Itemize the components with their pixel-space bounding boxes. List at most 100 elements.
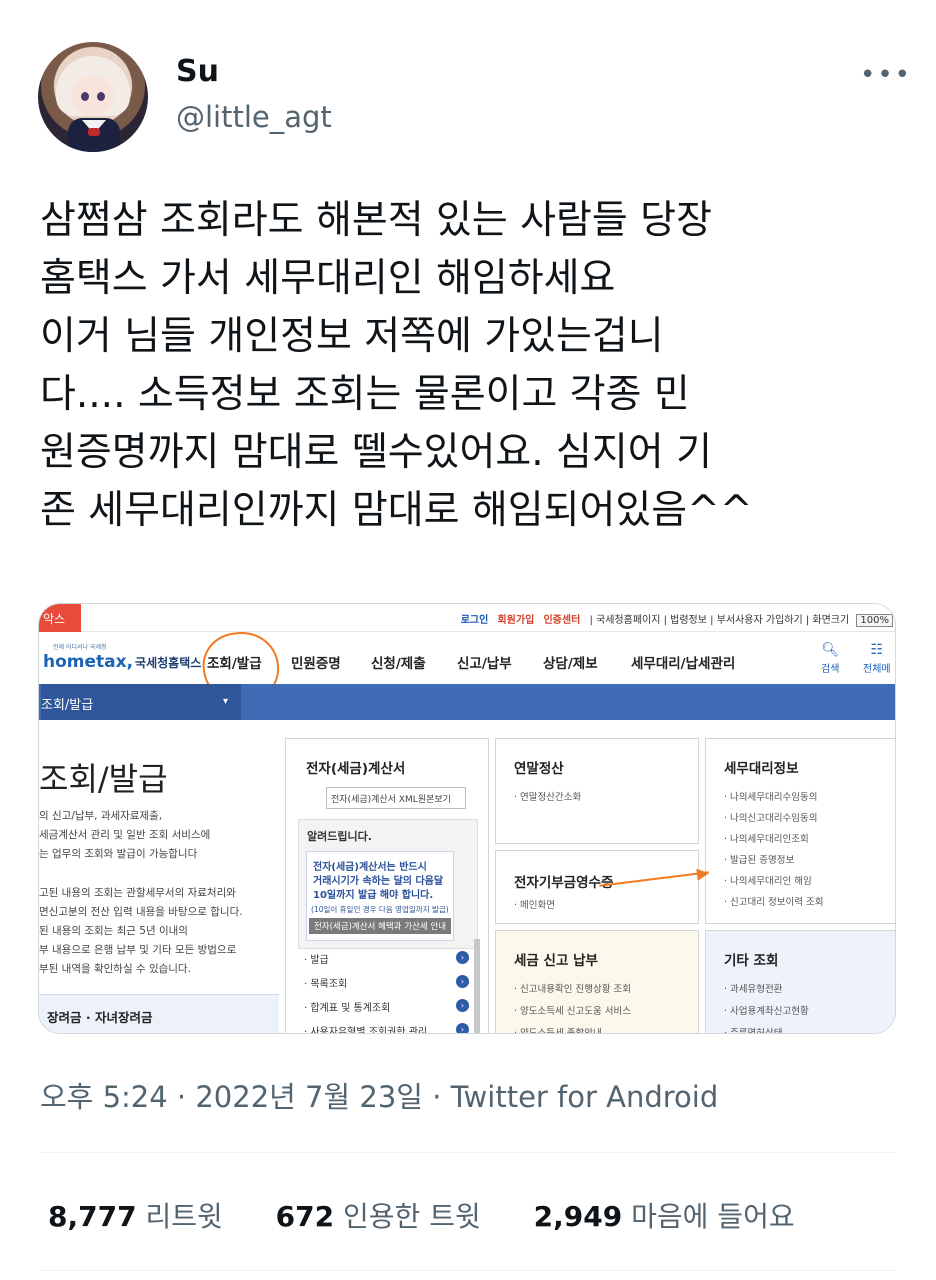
card-title: 기타 조회 xyxy=(724,953,779,969)
like-number: 2,949 xyxy=(533,1200,623,1233)
cert-center-link: 인증센터 xyxy=(543,615,581,626)
xml-view-field: 전자(세금)계산서 XML원본보기 xyxy=(326,787,466,809)
avatar-face xyxy=(72,76,114,116)
like-count[interactable]: 2,949 마음에 들어요 xyxy=(534,1195,795,1235)
zoom-box: 100% xyxy=(856,614,893,627)
logo-subtitle: 언제 어디서나 국세청 xyxy=(53,644,107,651)
quote-label: 인용한 트윗 xyxy=(343,1200,481,1233)
card-donation-receipt: 전자기부금영수증 · 메인화면 xyxy=(495,850,699,924)
card-year-end: 연말정산 · 연말정산간소화 xyxy=(495,738,699,844)
divider xyxy=(40,1270,896,1271)
notice-line: 10일까지 발급 해야 합니다. xyxy=(313,890,434,901)
intro-line: 고된 내용의 조회는 관할세무서의 자료처리와 xyxy=(39,887,236,899)
avatar-bow xyxy=(88,128,100,136)
intro-line: 면신고분의 전산 입력 내용을 바탕으로 합니다. xyxy=(39,906,243,918)
card-list-item: · 메인화면 xyxy=(514,900,555,911)
tweet-stats: 8,777 리트윗 672 인용한 트윗 2,949 마음에 들어요 xyxy=(48,1195,839,1235)
chevron-right-icon: › xyxy=(456,975,469,988)
retweet-number: 8,777 xyxy=(48,1200,137,1233)
retweet-label: 리트윗 xyxy=(145,1200,223,1233)
card-list-item: · 연말정산간소화 xyxy=(514,792,582,803)
chevron-down-icon: ▾ xyxy=(223,696,229,707)
intro-line: 부된 내역을 확인하실 수 있습니다. xyxy=(39,963,191,975)
orange-arrow-head xyxy=(696,867,710,881)
top-links: 로그인 회원가입 인증센터 | 국세청홈페이지 | 법령정보 | 부서사용자 가… xyxy=(461,611,893,627)
tweet-timestamp[interactable]: 오후 5:24 · 2022년 7월 23일 · Twitter for And… xyxy=(40,1074,718,1116)
logo-text: 국세청홈택스 xyxy=(135,656,202,670)
card-list-item: · 합계표 및 통계조회 xyxy=(304,1003,391,1014)
card-list-item: · 신고대리 정보이력 조회 xyxy=(724,897,824,908)
card-other-inquiry: 기타 조회 · 과세유형전환 · 사업용계좌신고현황 · 주류면허상태 xyxy=(705,930,895,1034)
intro-text: 의 신고/납부, 과세자료제출, 세금계산서 관리 및 일반 조회 서비스에 는… xyxy=(39,807,210,864)
notice-box: 전자(세금)계산서는 반드시 거래시기가 속하는 달의 다음달 10일까지 발급… xyxy=(306,851,454,941)
login-link: 로그인 xyxy=(460,615,489,626)
search-label: 검색 xyxy=(821,664,840,675)
intro-line: 된 내용의 조회는 최근 5년 이내의 xyxy=(39,925,188,937)
menu-item: 신청/제출 xyxy=(371,656,426,672)
grid-menu-icon: ☷ 전체메 xyxy=(863,642,891,675)
card-tax-filing: 세금 신고 납부 · 신고내용확인 진행상황 조회 · 양도소득세 신고도움 서… xyxy=(495,930,699,1033)
divider xyxy=(40,1152,896,1153)
tweet-line: 삼쩜삼 조회라도 해본적 있는 사람들 당장 xyxy=(40,198,712,243)
notice-button: 전자(세금)계산서 혜택과 가산세 안내 xyxy=(309,918,451,934)
intro-text-2: 고된 내용의 조회는 관할세무서의 자료처리와 면신고분의 전산 입력 내용을 … xyxy=(39,884,243,979)
section-title: 조회/발급 xyxy=(39,760,168,798)
card-list-item: · 발급된 증명정보 xyxy=(724,855,795,866)
card-list-item: · 나의신고대리수임동의 xyxy=(724,813,818,824)
retweet-count[interactable]: 8,777 리트윗 xyxy=(48,1195,223,1235)
tweet-line: 홈택스 가서 세무대리인 해임하세요 xyxy=(40,256,616,301)
menu-item: 세무대리/납세관리 xyxy=(631,656,736,672)
tweet-text: 삼쩜삼 조회라도 해본적 있는 사람들 당장 홈택스 가서 세무대리인 해임하세… xyxy=(40,192,910,540)
chevron-right-icon: › xyxy=(456,951,469,964)
card-list-item: · 과세유형전환 xyxy=(724,984,783,995)
menu-item: 신고/납부 xyxy=(457,656,512,672)
card-list-item: · 사업용계좌신고현황 xyxy=(724,1006,809,1017)
display-name[interactable]: Su xyxy=(176,54,219,89)
user-handle[interactable]: @little_agt xyxy=(176,100,332,134)
card-title: 전자(세금)계산서 xyxy=(306,761,406,777)
card-list-item: · 나의세무대리인 해임 xyxy=(724,876,812,887)
card-title: 연말정산 xyxy=(514,761,564,777)
card-list-item: · 발급 xyxy=(304,955,329,966)
intro-line: 는 업무의 조회와 발급이 가능합니다 xyxy=(39,848,198,860)
breadcrumb: 조회/발급 xyxy=(41,684,241,720)
search-icon: 🔍︎ 검색 xyxy=(821,642,840,675)
card-list-item: · 사용자유형별 조회권한 관리 xyxy=(304,1027,428,1034)
notice-line: 거래시기가 속하는 달의 다음달 xyxy=(313,876,444,887)
intro-line: 부 내용으로 은행 납부 및 기타 모든 방법으로 xyxy=(39,944,237,956)
like-label: 마음에 들어요 xyxy=(631,1200,795,1233)
card-e-invoice: 전자(세금)계산서 전자(세금)계산서 XML원본보기 알려드립니다. 전자(세… xyxy=(285,738,489,1034)
chevron-right-icon: › xyxy=(456,1023,469,1033)
card-list-item: · 나의세무대리인조회 xyxy=(724,834,809,845)
red-tab: 악스 xyxy=(39,604,81,632)
quote-count[interactable]: 672 인용한 트윗 xyxy=(276,1195,481,1235)
chevron-right-icon: › xyxy=(456,999,469,1012)
card-list-item: · 나의세무대리수임동의 xyxy=(724,792,818,803)
hometax-top-strip: 악스 로그인 회원가입 인증센터 | 국세청홈페이지 | 법령정보 | 부서사용… xyxy=(39,604,895,632)
avatar-eye xyxy=(97,92,105,101)
breadcrumb-bar: 조회/발급 ▾ xyxy=(39,684,895,720)
notice-line: (10일이 휴일인 경우 다음 영업일까지 발급) xyxy=(311,905,449,914)
tweet-line: 다.... 소득정보 조회는 물론이고 각종 민 xyxy=(40,372,690,417)
menu-item: 상담/제보 xyxy=(543,656,598,672)
card-list-item: · 주류면허상태 xyxy=(724,1028,783,1034)
attached-image[interactable]: 악스 로그인 회원가입 인증센터 | 국세청홈페이지 | 법령정보 | 부서사용… xyxy=(38,603,896,1034)
incentive-label: 장려금 · 자녀장려금 xyxy=(47,1010,153,1025)
hometax-logo: hometax, 국세청홈택스 xyxy=(43,652,201,672)
card-list-item: · 목록조회 xyxy=(304,979,348,990)
avatar[interactable] xyxy=(38,42,148,152)
more-options-icon[interactable]: ••• xyxy=(860,60,912,90)
card-title: 전자기부금영수증 xyxy=(514,875,614,891)
card-title: 세금 신고 납부 xyxy=(514,953,598,969)
notice-head: 알려드립니다. xyxy=(307,830,372,843)
quote-number: 672 xyxy=(275,1200,335,1233)
intro-line: 세금계산서 관리 및 일반 조회 서비스에 xyxy=(39,829,211,841)
card-tax-agent-info: 세무대리정보 · 나의세무대리수임동의 · 나의신고대리수임동의 · 나의세무대… xyxy=(705,738,895,924)
screen-size-label: 화면크기 xyxy=(812,615,850,626)
menu-item: 민원증명 xyxy=(291,656,341,672)
notice-line: 전자(세금)계산서는 반드시 xyxy=(313,862,427,873)
avatar-eye xyxy=(81,92,89,101)
card-list-item: · 양도소득세 신고도움 서비스 xyxy=(514,1006,631,1017)
logo-mark: hometax, xyxy=(43,652,134,672)
hometax-nav: 언제 어디서나 국세청 hometax, 국세청홈택스 조회/발급 민원증명 신청… xyxy=(39,627,895,709)
